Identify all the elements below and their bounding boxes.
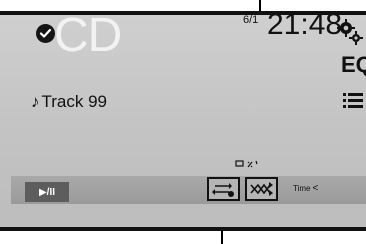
check-circle-icon[interactable] xyxy=(36,24,55,43)
time-control[interactable]: Time < xyxy=(293,183,318,194)
gear-icon[interactable] xyxy=(336,18,364,51)
chevron-left-icon: < xyxy=(312,183,319,194)
list-icon[interactable] xyxy=(343,92,363,115)
track-info: ♪ Track 99 xyxy=(31,92,107,112)
clock: 21:48 xyxy=(267,8,343,41)
time-label: Time xyxy=(293,184,311,193)
status-icons xyxy=(235,158,265,176)
play-pause-button[interactable]: ▶/II xyxy=(25,182,69,202)
shuffle-button[interactable] xyxy=(245,177,278,201)
repeat-button[interactable] xyxy=(207,177,240,201)
repeat-icon xyxy=(212,183,234,197)
shuffle-icon xyxy=(250,182,273,196)
eq-button[interactable]: EQ xyxy=(341,54,366,76)
track-name: Track 99 xyxy=(41,92,108,111)
music-note-icon: ♪ xyxy=(31,92,40,111)
source-title: CD xyxy=(54,9,122,62)
track-counter: 6/1 xyxy=(243,14,259,26)
